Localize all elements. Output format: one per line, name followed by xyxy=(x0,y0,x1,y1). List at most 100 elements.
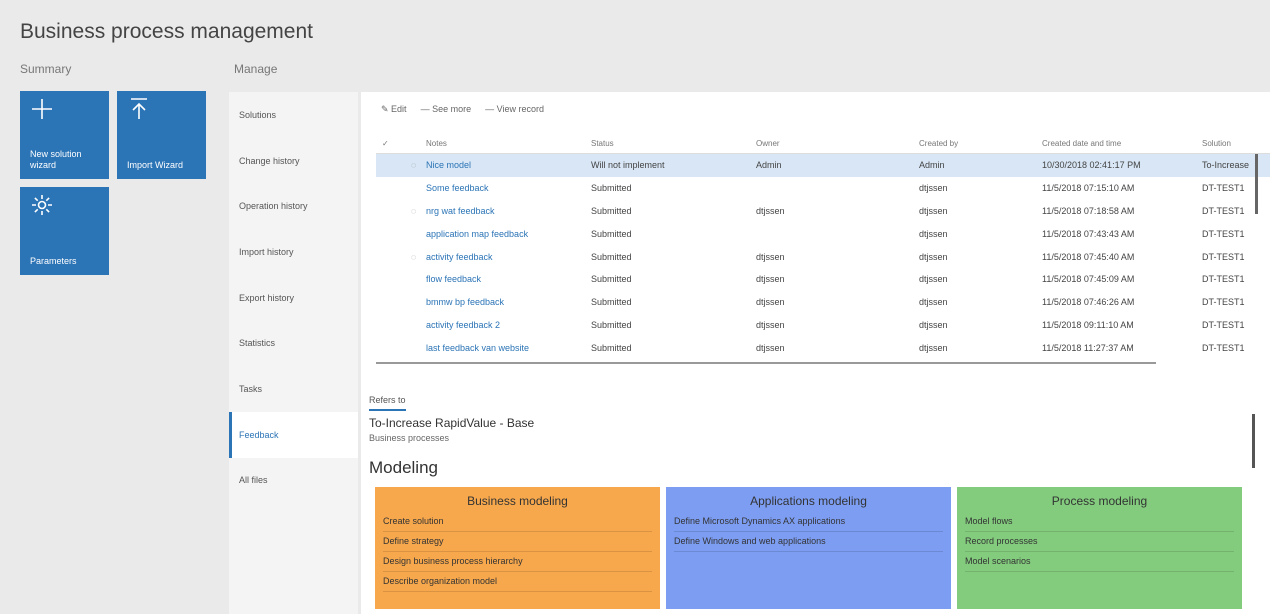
row-status: Submitted xyxy=(591,205,632,216)
nav-item-operation-history[interactable]: Operation history xyxy=(229,183,358,229)
row-status: Submitted xyxy=(591,228,632,239)
modeling-column-title: Business modeling xyxy=(467,494,568,508)
modeling-column-title: Process modeling xyxy=(1051,494,1148,508)
row-notes-link[interactable]: flow feedback xyxy=(426,274,591,284)
nav-item-statistics[interactable]: Statistics xyxy=(229,320,358,366)
toolbar: ✎ Edit — See more — View record xyxy=(381,104,544,115)
modeling-item[interactable]: Define Windows and web applications xyxy=(674,532,943,552)
row-notes-link[interactable]: Some feedback xyxy=(426,183,591,193)
row-created-by: dtjssen xyxy=(919,342,948,353)
row-notes-link[interactable]: activity feedback xyxy=(426,252,591,262)
header-solution[interactable]: Solution xyxy=(1202,139,1270,148)
row-created-date: 11/5/2018 07:45:09 AM xyxy=(1042,274,1135,285)
row-created-date: 11/5/2018 11:27:37 AM xyxy=(1042,342,1134,353)
row-solution[interactable]: DT-TEST1 xyxy=(1202,297,1270,307)
row-solution[interactable]: DT-TEST1 xyxy=(1202,320,1270,330)
header-created-by[interactable]: Created by xyxy=(919,139,1042,148)
tile-label: Parameters xyxy=(30,256,77,266)
modeling-item[interactable]: Describe organization model xyxy=(383,572,652,592)
row-created-by: dtjssen xyxy=(919,274,948,285)
header-owner[interactable]: Owner xyxy=(756,139,919,148)
grid-header: ✓ Notes Status Owner Created by Created … xyxy=(376,134,1270,154)
modeling-item[interactable]: Record processes xyxy=(965,532,1234,552)
refers-subtitle: Business processes xyxy=(369,433,450,443)
row-owner: dtjssen xyxy=(756,342,785,353)
row-solution[interactable]: DT-TEST1 xyxy=(1202,183,1270,193)
modeling-item[interactable]: Model scenarios xyxy=(965,552,1234,572)
row-notes-link[interactable]: activity feedback 2 xyxy=(426,320,591,330)
refers-to-tab[interactable]: Refers to xyxy=(369,395,406,411)
edit-button[interactable]: ✎ Edit xyxy=(381,104,407,115)
see-more-button[interactable]: — See more xyxy=(421,104,472,115)
row-owner: dtjssen xyxy=(756,274,785,285)
row-owner: dtjssen xyxy=(756,319,785,330)
tile-parameters[interactable]: Parameters xyxy=(20,187,109,275)
row-icon-cell: ◌ xyxy=(401,252,426,262)
row-notes-link[interactable]: bmmw bp feedback xyxy=(426,297,591,307)
row-solution[interactable]: DT-TEST1 xyxy=(1202,206,1270,216)
row-status: Submitted xyxy=(591,251,632,262)
modeling-column-title: Applications modeling xyxy=(750,494,867,508)
table-row[interactable]: activity feedback 2 Submitted dtjssen dtjss… xyxy=(376,314,1270,337)
row-created-date: 11/5/2018 07:45:40 AM xyxy=(1042,251,1135,262)
header-notes[interactable]: Notes xyxy=(426,139,591,148)
view-record-label: View record xyxy=(496,104,544,114)
nav-item-feedback[interactable]: Feedback xyxy=(229,411,358,458)
row-solution[interactable]: To-Increase xyxy=(1202,160,1270,170)
header-created-date[interactable]: Created date and time xyxy=(1042,139,1202,148)
table-row[interactable]: ◌ activity feedback Submitted dtjssen dtjsse… xyxy=(376,245,1270,268)
row-status: Submitted xyxy=(591,342,632,353)
row-solution[interactable]: DT-TEST1 xyxy=(1202,252,1270,262)
row-notes-link[interactable]: last feedback van website xyxy=(426,343,591,353)
table-row[interactable]: application map feedback Submitted dtjssen… xyxy=(376,222,1270,245)
row-created-date: 11/5/2018 09:11:10 AM xyxy=(1042,319,1134,330)
bulb-icon: ◌ xyxy=(410,160,417,171)
table-row[interactable]: ◌ Nice model Will not implement Admin Admin 1… xyxy=(376,154,1270,177)
manage-nav: Solutions Change history Operation histo… xyxy=(229,92,358,614)
row-solution[interactable]: DT-TEST1 xyxy=(1202,274,1270,284)
modeling-item[interactable]: Model flows xyxy=(965,512,1234,532)
row-created-date: 10/30/2018 02:41:17 PM xyxy=(1042,160,1141,171)
tile-new-solution-wizard[interactable]: New solution wizard xyxy=(20,91,109,179)
table-row[interactable]: ◌ nrg wat feedback Submitted dtjssen dtjssen… xyxy=(376,200,1270,223)
row-created-date: 11/5/2018 07:18:58 AM xyxy=(1042,205,1135,216)
nav-item-export-history[interactable]: Export history xyxy=(229,275,358,321)
table-row[interactable]: bmmw bp feedback Submitted dtjssen dtjssen 1… xyxy=(376,291,1270,314)
view-record-button[interactable]: — View record xyxy=(485,104,544,115)
row-notes-link[interactable]: nrg wat feedback xyxy=(426,206,591,216)
pencil-icon: ✎ xyxy=(381,104,392,114)
nav-item-import-history[interactable]: Import history xyxy=(229,229,358,275)
modeling-item[interactable]: Define strategy xyxy=(383,532,652,552)
row-notes-link[interactable]: Nice model xyxy=(426,160,591,170)
table-row[interactable]: last feedback van website Submitted dtjsse… xyxy=(376,336,1270,359)
modeling-title: Modeling xyxy=(369,458,438,477)
grid-scrollbar[interactable] xyxy=(1255,154,1258,214)
tile-label: New solution wizard xyxy=(30,149,82,170)
bulb-icon: ◌ xyxy=(410,251,417,262)
nav-item-change-history[interactable]: Change history xyxy=(229,138,358,184)
table-row[interactable]: Some feedback Submitted dtjssen 11/5/2018 0… xyxy=(376,177,1270,200)
dash-icon: — xyxy=(420,104,433,114)
nav-item-all-files[interactable]: All files xyxy=(229,458,358,504)
row-created-by: dtjssen xyxy=(919,183,948,194)
modeling-item[interactable]: Create solution xyxy=(383,512,652,532)
dash-icon: — xyxy=(485,104,497,114)
row-icon-cell: ◌ xyxy=(401,160,426,170)
nav-item-tasks[interactable]: Tasks xyxy=(229,366,358,412)
modeling-item[interactable]: Define Microsoft Dynamics AX application… xyxy=(674,512,943,532)
tile-import-wizard[interactable]: Import Wizard xyxy=(117,91,206,179)
feedback-grid: ✓ Notes Status Owner Created by Created … xyxy=(376,134,1270,359)
row-solution[interactable]: DT-TEST1 xyxy=(1202,229,1270,239)
row-solution[interactable]: DT-TEST1 xyxy=(1202,343,1270,353)
row-owner: dtjssen xyxy=(756,205,785,216)
row-notes-link[interactable]: application map feedback xyxy=(426,229,591,239)
modeling-item[interactable]: Design business process hierarchy xyxy=(383,552,652,572)
row-created-date: 11/5/2018 07:15:10 AM xyxy=(1042,183,1135,194)
header-status[interactable]: Status xyxy=(591,139,756,148)
nav-item-solutions[interactable]: Solutions xyxy=(229,92,358,138)
table-row[interactable]: flow feedback Submitted dtjssen dtjssen 11/5… xyxy=(376,268,1270,291)
row-status: Will not implement xyxy=(591,160,665,171)
refers-scrollbar[interactable] xyxy=(1252,414,1255,468)
select-all-checkmark-icon[interactable]: ✓ xyxy=(376,139,401,148)
page-title: Business process management xyxy=(20,20,313,43)
